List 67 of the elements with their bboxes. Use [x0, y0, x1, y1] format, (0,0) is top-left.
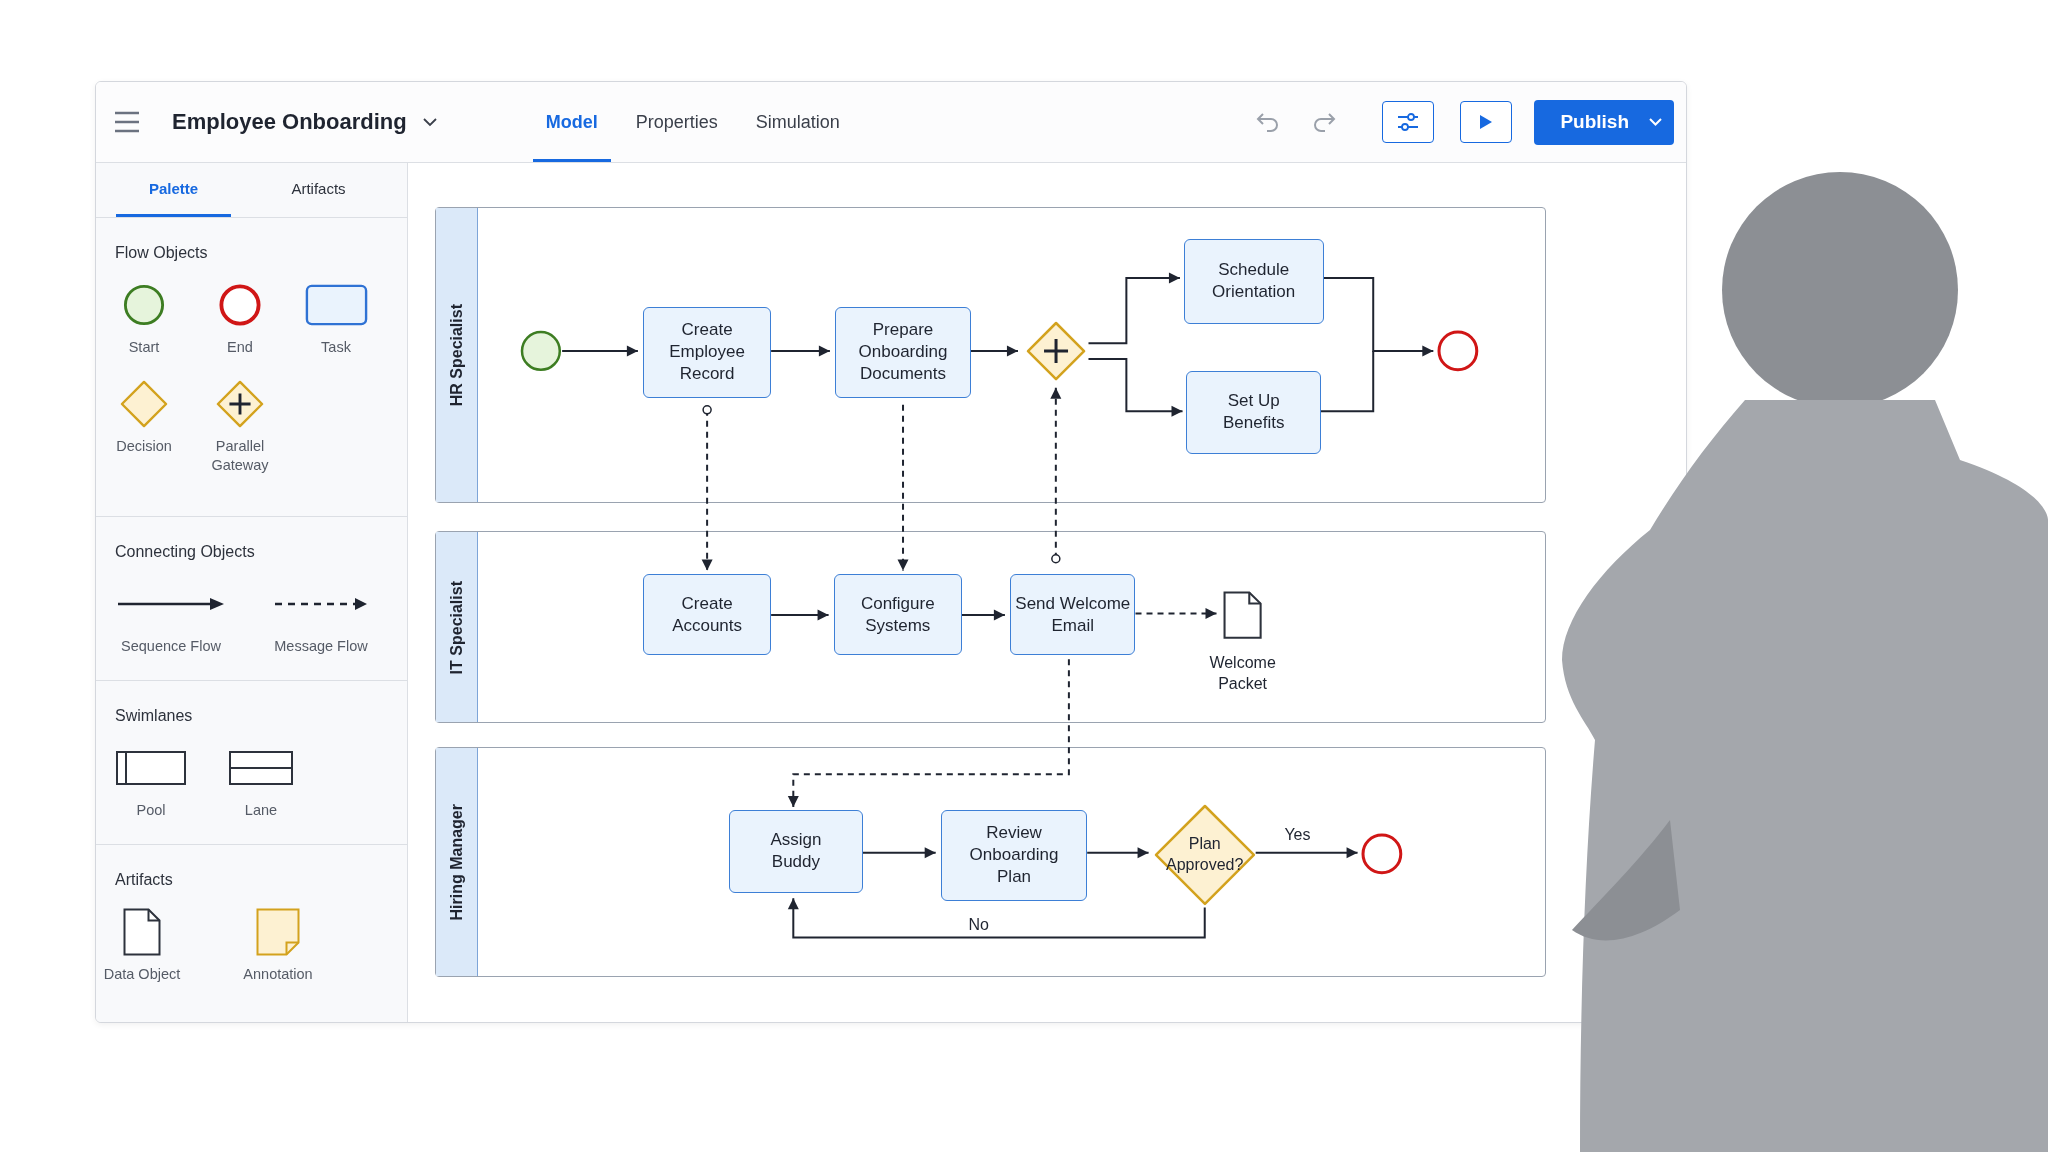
menu-icon[interactable]	[114, 111, 140, 133]
run-button[interactable]	[1460, 101, 1513, 143]
lane-label: Hiring Manager	[447, 803, 466, 920]
parallel-gateway-icon	[216, 379, 264, 428]
data-object-label: Welcome Packet	[1208, 652, 1277, 694]
task-node[interactable]: Schedule Orientation	[1183, 238, 1324, 324]
view-tab[interactable]: Simulation	[742, 82, 853, 162]
palette-item-label[interactable]: Decision	[116, 436, 172, 456]
palette-item-label[interactable]: Pool	[136, 801, 166, 820]
redo-icon[interactable]	[1312, 111, 1337, 133]
task-node[interactable]: Send Welcome Email	[1010, 574, 1136, 656]
pool-icon	[116, 751, 186, 785]
lane-icon	[229, 751, 293, 785]
panel-tab[interactable]: Artifacts	[261, 163, 376, 217]
end-event[interactable]	[1437, 330, 1479, 372]
solid-arrow-icon	[118, 597, 224, 611]
task-node[interactable]: Assign Buddy	[729, 809, 863, 894]
palette-item-label[interactable]: Data Object	[103, 965, 181, 984]
sequence-flow-line	[1320, 350, 1375, 413]
panel-tab[interactable]: Palette	[116, 163, 231, 217]
document-icon	[123, 908, 161, 956]
lane-label: IT Specialist	[447, 580, 466, 674]
start-event-icon	[123, 284, 165, 326]
view-tab[interactable]: Properties	[622, 82, 731, 162]
task-node[interactable]: Prepare Onboarding Documents	[835, 306, 971, 399]
sequence-flow-arrow	[770, 609, 830, 621]
palette-item-label[interactable]: End	[227, 338, 253, 357]
parallel-gateway[interactable]	[1025, 321, 1086, 382]
caret-icon	[1649, 118, 1662, 126]
decision-gateway[interactable]: Plan Approved?	[1153, 804, 1256, 907]
task-node[interactable]: Set Up Benefits	[1186, 370, 1321, 455]
end-event[interactable]	[1361, 833, 1404, 875]
task-node[interactable]: Configure Systems	[833, 574, 962, 656]
palette-item-label[interactable]: Task	[321, 338, 351, 357]
undo-icon[interactable]	[1256, 111, 1281, 133]
flow-label: Yes	[1284, 825, 1311, 846]
publish-button[interactable]: Publish	[1534, 99, 1674, 145]
palette-item-label[interactable]: Parallel Gateway	[192, 436, 288, 475]
chevron-down-icon[interactable]	[422, 117, 437, 127]
lane-label: HR Specialist	[447, 303, 466, 407]
task-node[interactable]: Create Accounts	[643, 574, 772, 656]
dashed-arrow-icon	[275, 597, 367, 611]
settings-button[interactable]	[1382, 101, 1435, 143]
palette-item-label[interactable]: Sequence Flow	[121, 637, 221, 656]
document-title: Employee Onboarding	[172, 109, 407, 135]
note-icon	[256, 908, 300, 956]
section-title: Swimlanes	[114, 707, 194, 725]
sequence-flow-arrow	[960, 609, 1006, 621]
sequence-flow-arrow	[770, 345, 831, 357]
task-node[interactable]: Create Employee Record	[643, 306, 772, 399]
sequence-flow-arrow	[969, 345, 1019, 357]
palette-item-label[interactable]: Lane	[244, 801, 278, 820]
flow-label: No	[968, 915, 989, 936]
palette-item-label[interactable]: Message Flow	[274, 637, 368, 656]
task-icon	[304, 284, 368, 326]
palette-item-label[interactable]: Annotation	[243, 965, 313, 984]
decision-diamond-icon	[120, 379, 168, 428]
section-title: Artifacts	[114, 871, 174, 889]
section-title: Connecting Objects	[114, 543, 256, 561]
section-title: Flow Objects	[114, 244, 209, 262]
sequence-flow-arrow	[1086, 847, 1150, 859]
end-event-icon	[219, 284, 261, 326]
sliders-icon	[1396, 112, 1421, 132]
palette-item-label[interactable]: Start	[128, 338, 160, 357]
play-icon	[1479, 114, 1494, 130]
document-icon[interactable]	[1223, 591, 1263, 640]
task-node[interactable]: Review Onboarding Plan	[940, 809, 1088, 901]
